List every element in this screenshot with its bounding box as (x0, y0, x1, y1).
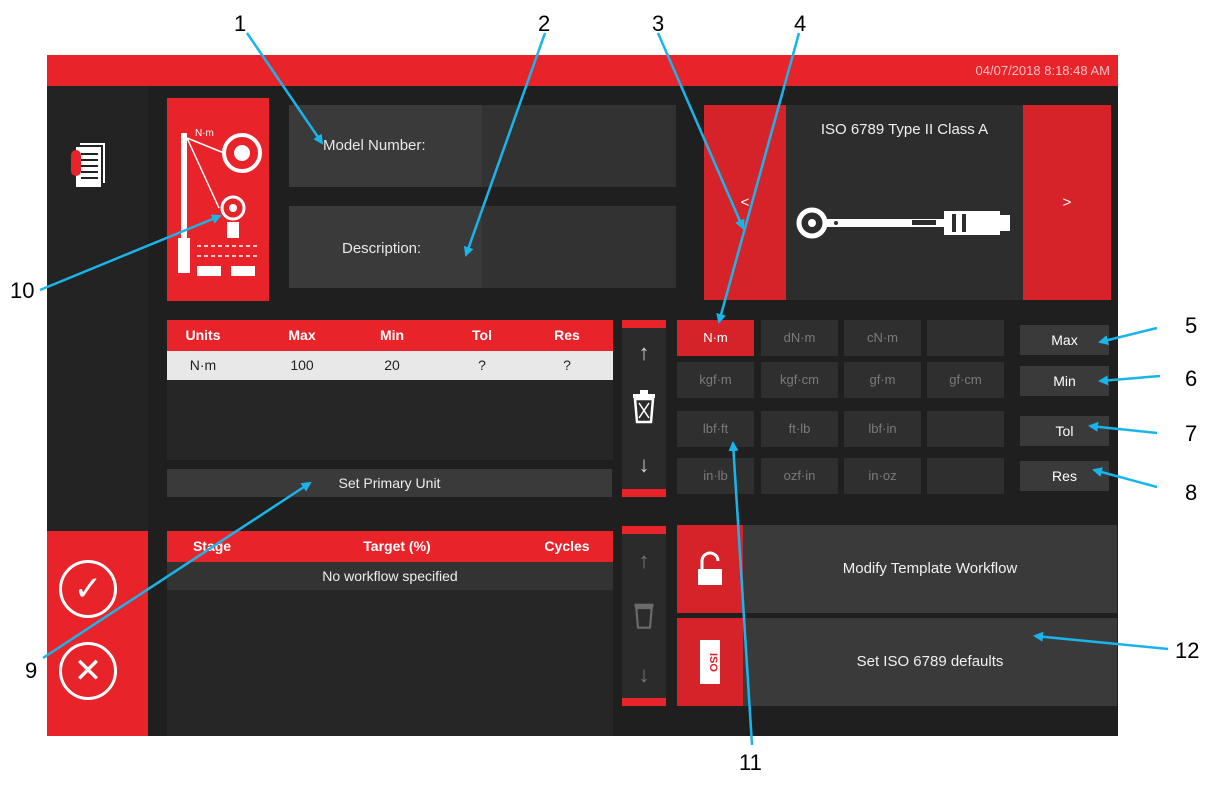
callout-5: 5 (1185, 313, 1198, 338)
callout-line-2 (463, 32, 547, 257)
callout-overlay (39, 32, 1169, 746)
callout-line-9 (42, 481, 312, 660)
callout-line-8 (1092, 467, 1158, 489)
callout-4: 4 (794, 11, 807, 36)
callout-2: 2 (538, 11, 551, 36)
callout-12: 12 (1175, 638, 1200, 663)
callout-line-1 (245, 32, 324, 145)
callout-10: 10 (10, 278, 35, 303)
callout-line-10 (39, 214, 222, 292)
callout-line-12 (1033, 631, 1169, 651)
callout-line-4 (716, 32, 801, 324)
callout-3: 3 (652, 11, 665, 36)
callout-line-5 (1098, 326, 1158, 345)
callout-line-11 (728, 441, 754, 746)
callout-11: 11 (739, 750, 762, 775)
callout-line-6 (1098, 374, 1161, 386)
callout-line-7 (1088, 421, 1158, 435)
callout-8: 8 (1185, 480, 1198, 505)
callout-6: 6 (1185, 366, 1198, 391)
callout-9: 9 (25, 658, 38, 683)
callout-7: 7 (1185, 421, 1198, 446)
callout-1: 1 (234, 11, 247, 36)
callout-line-3 (656, 32, 745, 230)
